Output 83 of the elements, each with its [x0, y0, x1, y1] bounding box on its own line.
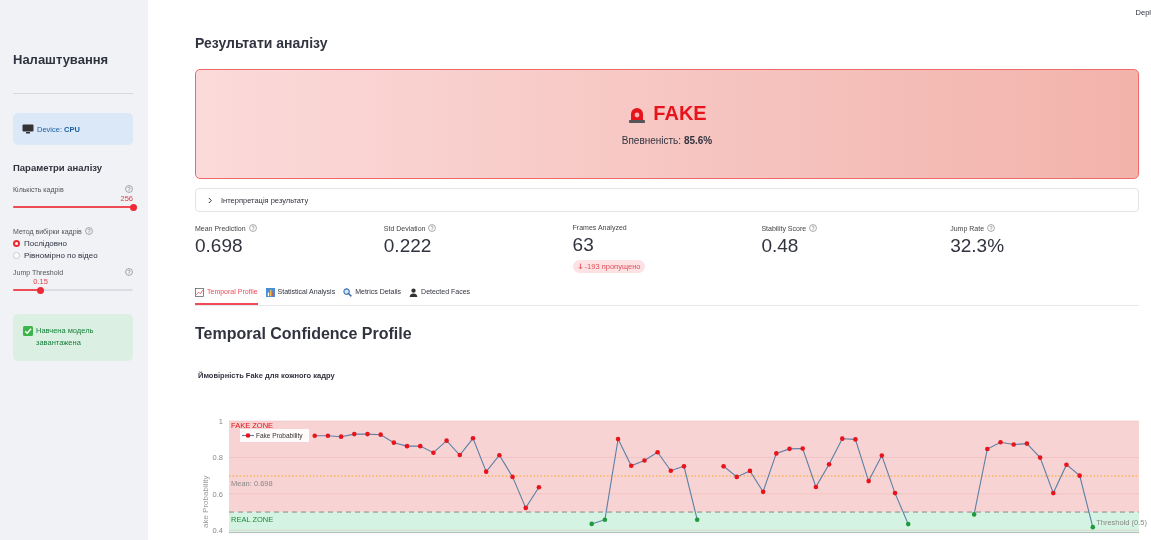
verdict-label: FAKE [653, 102, 707, 125]
radio-button[interactable] [13, 252, 20, 259]
section-heading: Параметри аналізу [13, 162, 104, 173]
data-point [879, 453, 885, 458]
data-point [365, 431, 370, 437]
data-point [536, 485, 542, 490]
data-point [615, 436, 621, 442]
data-point [312, 433, 317, 439]
data-point [694, 517, 700, 522]
data-point [470, 436, 476, 441]
sidebar-title: Налаштування [13, 52, 110, 67]
data-point [483, 469, 489, 474]
metric-value: 0.48 [761, 235, 800, 257]
data-point [655, 450, 660, 455]
check-icon [23, 326, 33, 336]
data-point [760, 489, 766, 495]
line-chart-icon [195, 288, 204, 297]
data-point [1011, 442, 1016, 447]
section-title: Temporal Confidence Profile [195, 325, 413, 343]
data-point [826, 462, 832, 467]
data-point [998, 440, 1003, 445]
data-point [497, 452, 502, 458]
data-point [404, 443, 410, 449]
help-icon[interactable] [987, 224, 996, 232]
data-point [747, 468, 753, 474]
data-point [839, 436, 845, 441]
data-point [1037, 455, 1043, 460]
data-point [787, 446, 792, 452]
data-point [628, 463, 634, 469]
help-icon[interactable] [248, 224, 257, 232]
data-point [523, 505, 529, 511]
data-point [338, 434, 344, 439]
data-point [1024, 441, 1030, 446]
data-point [589, 521, 594, 527]
monitor-icon [22, 124, 34, 134]
data-point [431, 450, 436, 455]
data-point [1077, 473, 1082, 478]
data-point [457, 452, 463, 458]
bar-chart-icon [265, 288, 275, 297]
data-point [642, 458, 647, 463]
confidence-text: Впевненість: 85.6% [621, 135, 713, 146]
help-icon[interactable] [428, 224, 437, 232]
data-point [853, 437, 858, 442]
data-point [721, 464, 726, 469]
metric-value: 0.222 [383, 235, 433, 257]
data-point [378, 432, 383, 437]
data-point [510, 474, 515, 480]
data-point [892, 490, 898, 496]
data-point [800, 446, 805, 451]
metric-value: 0.698 [195, 235, 244, 257]
help-icon[interactable] [809, 224, 818, 232]
radio-label[interactable]: Рівномірно по відео [24, 251, 98, 260]
data-point [1064, 462, 1069, 467]
slider-thumb[interactable] [37, 286, 45, 294]
data-point [352, 431, 357, 437]
data-point [325, 433, 331, 439]
help-icon[interactable] [125, 185, 133, 193]
data-point [444, 438, 449, 443]
data-point [602, 517, 608, 522]
metric-value: 63 [572, 234, 595, 256]
metric-value: 32.3% [950, 235, 1006, 257]
data-point [774, 451, 779, 456]
data-point [668, 468, 674, 473]
data-point [905, 521, 911, 527]
search-icon [343, 288, 353, 297]
data-point [971, 512, 977, 517]
data-point [391, 440, 397, 445]
data-point [1090, 524, 1096, 530]
help-icon[interactable] [84, 227, 93, 235]
data-point [734, 474, 740, 480]
radio-button[interactable] [13, 240, 20, 247]
person-icon [409, 288, 419, 297]
data-point [813, 484, 819, 490]
data-point [417, 443, 423, 449]
data-point [681, 464, 687, 469]
slider-thumb[interactable] [129, 203, 137, 211]
data-point [1050, 490, 1056, 496]
page-title: Результати аналізу [195, 35, 329, 51]
data-point [985, 446, 990, 452]
data-point [866, 478, 871, 484]
help-icon[interactable] [125, 268, 133, 276]
radio-label[interactable]: Послідовно [24, 239, 67, 248]
axis-title: ake Probability [201, 475, 210, 528]
